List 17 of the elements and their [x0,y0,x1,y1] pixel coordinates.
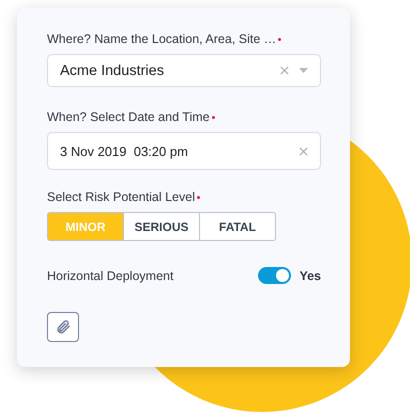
field-label: When? Select Date and Time [47,110,321,124]
field-label: Where? Name the Location, Area, Site … [47,32,321,46]
location-select[interactable]: Acme Industries [47,54,321,87]
paperclip-icon [55,319,71,335]
date-time-field[interactable]: 3 Nov 2019 03:20 pm [47,132,321,170]
toggle-value: Yes [299,268,321,282]
clear-icon[interactable] [299,146,308,156]
toggle-label: Horizontal Deployment [47,268,174,282]
field-value: Acme Industries [60,62,165,78]
toggle-switch[interactable] [258,267,292,284]
dropdown-caret-icon[interactable] [299,68,308,73]
field-label: Select Risk Potential Level [47,190,321,204]
clear-icon[interactable] [280,66,289,75]
field-value: 3 Nov 2019 03:20 pm [60,144,189,158]
risk-level-option[interactable]: SERIOUS [123,212,200,241]
risk-level-option[interactable]: FATAL [199,212,276,241]
attach-button[interactable] [47,312,79,342]
